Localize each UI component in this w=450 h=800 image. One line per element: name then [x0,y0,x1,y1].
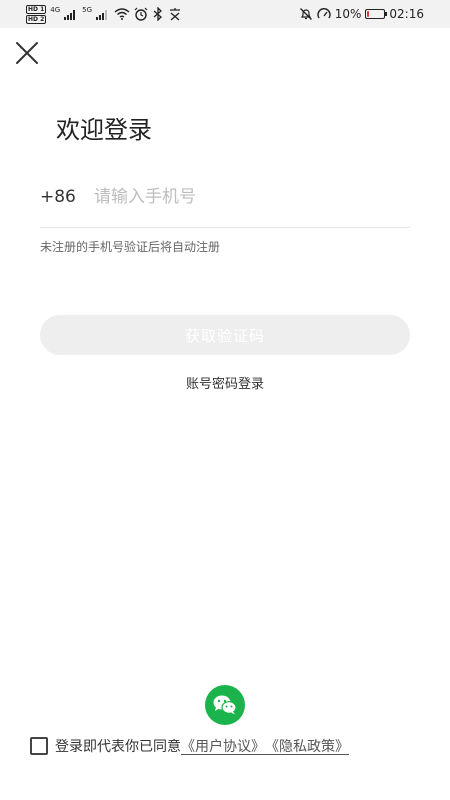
battery-icon [365,9,388,19]
phone-divider [40,227,410,228]
battery-fill [367,11,370,17]
alarm-icon [134,7,148,21]
text-translate-icon [170,8,181,21]
hd-badge-2: HD 2 [26,14,47,24]
user-agreement-link[interactable]: 《用户协议》 [181,736,265,756]
agreement-prefix: 登录即代表你已同意 [55,739,181,755]
close-icon [16,42,38,64]
get-verification-code-button[interactable]: 获取验证码 [40,315,410,355]
signal-icon-2 [96,10,108,20]
auto-register-hint: 未注册的手机号验证后将自动注册 [40,240,221,254]
battery-cap [385,12,388,16]
bluetooth-icon [153,7,163,21]
battery-percent: 10% [334,7,362,21]
page-title: 欢迎登录 [56,116,152,144]
wechat-login-button[interactable] [205,685,245,725]
close-button[interactable] [14,40,40,66]
hd-indicators: HD 1 HD 2 [26,4,47,24]
hd-badge-1: HD 1 [26,4,47,14]
clock: 02:16 [389,7,424,21]
status-bar: HD 1 HD 2 4G 5G 10% 02:16 [0,0,450,28]
wifi-icon [114,8,130,20]
agreement-row: 登录即代表你已同意 《用户协议》 《隐私政策》 [30,735,430,757]
mute-bell-icon [299,8,312,20]
wechat-icon [213,695,237,715]
speedometer-icon [317,8,331,19]
password-login-link[interactable]: 账号密码登录 [0,375,450,395]
status-right: 10% 02:16 [299,5,424,23]
network-type-1: 4G [50,6,61,14]
country-code[interactable]: +86 [40,187,94,207]
signal-icon [64,10,76,20]
phone-input-row: +86 [40,180,410,214]
phone-input[interactable] [94,187,410,207]
status-left: HD 1 HD 2 4G 5G [26,4,182,24]
agreement-checkbox[interactable] [30,737,48,755]
privacy-policy-link[interactable]: 《隐私政策》 [265,736,349,756]
network-type-2: 5G [82,6,93,14]
